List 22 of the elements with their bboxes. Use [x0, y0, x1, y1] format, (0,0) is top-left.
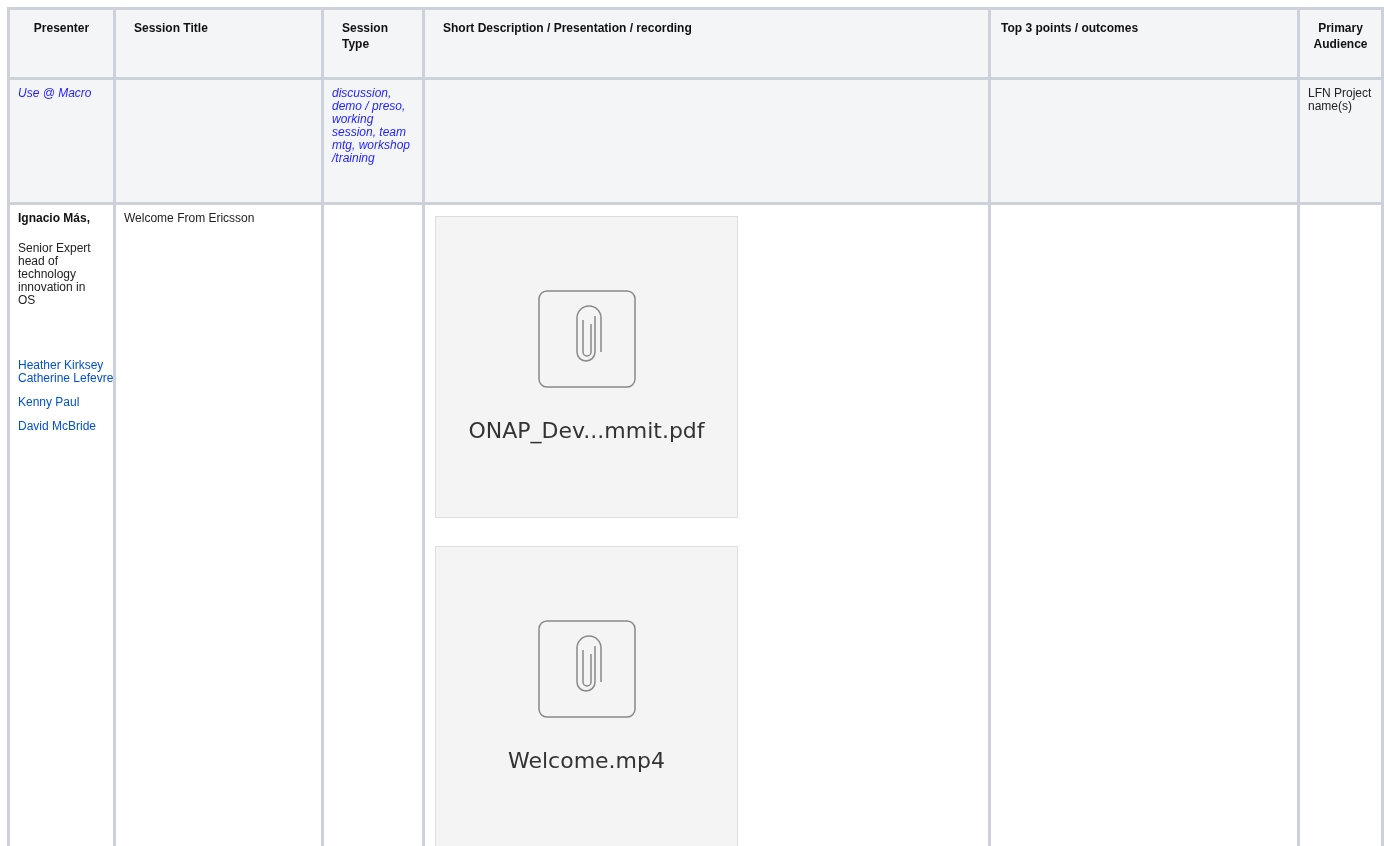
column-header: Primary Audience	[1313, 21, 1368, 51]
hint-text: discussion, demo / preso, working session, team mtg, workshop /training	[332, 86, 411, 165]
column-header: Top 3 points / outcomes	[1001, 21, 1139, 35]
hint-text: Use @ Macro	[18, 86, 92, 100]
attachment-preview[interactable]: ONAP_Dev...mmit.pdf	[435, 216, 738, 518]
cell-text: LFN Project name(s)	[1308, 86, 1372, 113]
column-header: Session Title	[134, 21, 208, 35]
attachment-file-name: Welcome.mp4	[508, 748, 665, 774]
user-mention-link[interactable]: Catherine Lefevre	[18, 371, 114, 385]
paperclip-icon	[537, 620, 636, 718]
session-title: Welcome From Ericsson	[124, 211, 255, 225]
attachment-file-name: ONAP_Dev...mmit.pdf	[468, 418, 705, 444]
paperclip-icon	[537, 290, 636, 388]
column-header: Session Type	[342, 21, 389, 51]
presenter-name: Ignacio Más,	[18, 212, 92, 225]
presenter-role: Senior Expert head of technology innovation in OS	[18, 242, 92, 307]
column-header: Presenter	[33, 21, 90, 35]
user-mention-link[interactable]: Kenny Paul	[18, 395, 80, 409]
user-mention-link[interactable]: Heather Kirksey	[18, 358, 104, 372]
attachment-preview[interactable]: Welcome.mp4	[435, 546, 738, 846]
user-mention-link[interactable]: David McBride	[18, 419, 97, 433]
column-header: Short Description / Presentation / recording	[443, 21, 692, 35]
